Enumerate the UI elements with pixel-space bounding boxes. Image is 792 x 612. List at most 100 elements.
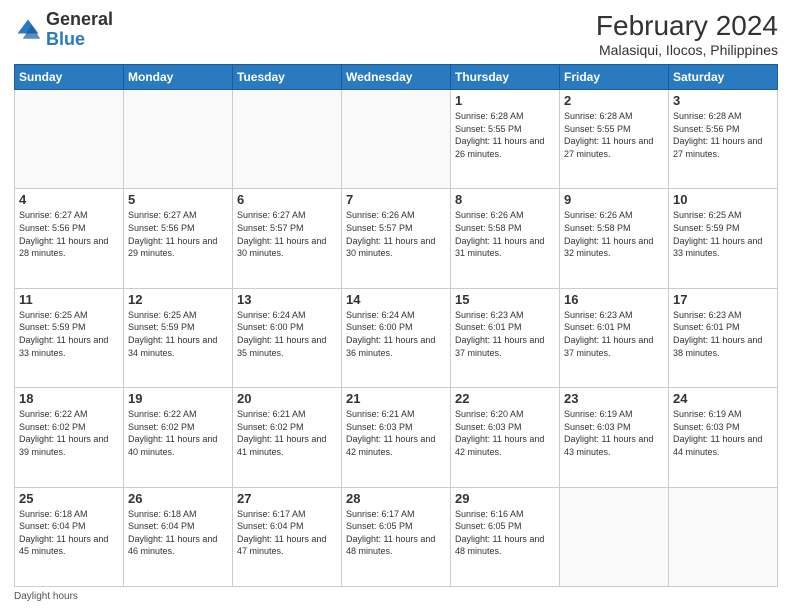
day-info: Sunrise: 6:21 AM Sunset: 6:02 PM Dayligh…: [237, 408, 337, 458]
week-row-2: 11 Sunrise: 6:25 AM Sunset: 5:59 PM Dayli…: [15, 288, 778, 387]
day-info: Sunrise: 6:23 AM Sunset: 6:01 PM Dayligh…: [564, 309, 664, 359]
day-info: Sunrise: 6:19 AM Sunset: 6:03 PM Dayligh…: [564, 408, 664, 458]
calendar-cell: 11 Sunrise: 6:25 AM Sunset: 5:59 PM Dayli…: [15, 288, 124, 387]
calendar-cell: 20 Sunrise: 6:21 AM Sunset: 6:02 PM Dayli…: [233, 388, 342, 487]
calendar-cell: 6 Sunrise: 6:27 AM Sunset: 5:57 PM Daylig…: [233, 189, 342, 288]
day-info: Sunrise: 6:28 AM Sunset: 5:55 PM Dayligh…: [455, 110, 555, 160]
week-row-3: 18 Sunrise: 6:22 AM Sunset: 6:02 PM Dayli…: [15, 388, 778, 487]
calendar-cell: 16 Sunrise: 6:23 AM Sunset: 6:01 PM Dayli…: [560, 288, 669, 387]
calendar-cell: 8 Sunrise: 6:26 AM Sunset: 5:58 PM Daylig…: [451, 189, 560, 288]
calendar-cell: [233, 90, 342, 189]
week-row-4: 25 Sunrise: 6:18 AM Sunset: 6:04 PM Dayli…: [15, 487, 778, 586]
calendar-cell: 24 Sunrise: 6:19 AM Sunset: 6:03 PM Dayli…: [669, 388, 778, 487]
day-number: 12: [128, 292, 228, 307]
day-info: Sunrise: 6:25 AM Sunset: 5:59 PM Dayligh…: [19, 309, 119, 359]
calendar-cell: 25 Sunrise: 6:18 AM Sunset: 6:04 PM Dayli…: [15, 487, 124, 586]
calendar-cell: 2 Sunrise: 6:28 AM Sunset: 5:55 PM Daylig…: [560, 90, 669, 189]
day-number: 20: [237, 391, 337, 406]
day-info: Sunrise: 6:28 AM Sunset: 5:56 PM Dayligh…: [673, 110, 773, 160]
calendar-cell: [560, 487, 669, 586]
day-info: Sunrise: 6:23 AM Sunset: 6:01 PM Dayligh…: [673, 309, 773, 359]
day-info: Sunrise: 6:22 AM Sunset: 6:02 PM Dayligh…: [128, 408, 228, 458]
page: General Blue February 2024 Malasiqui, Il…: [0, 0, 792, 612]
day-number: 16: [564, 292, 664, 307]
day-number: 24: [673, 391, 773, 406]
day-info: Sunrise: 6:18 AM Sunset: 6:04 PM Dayligh…: [128, 508, 228, 558]
calendar-cell: 14 Sunrise: 6:24 AM Sunset: 6:00 PM Dayli…: [342, 288, 451, 387]
day-info: Sunrise: 6:18 AM Sunset: 6:04 PM Dayligh…: [19, 508, 119, 558]
calendar-cell: 3 Sunrise: 6:28 AM Sunset: 5:56 PM Daylig…: [669, 90, 778, 189]
calendar-cell: 7 Sunrise: 6:26 AM Sunset: 5:57 PM Daylig…: [342, 189, 451, 288]
calendar-cell: [124, 90, 233, 189]
calendar-cell: 23Sunrise: 6:19 AM Sunset: 6:03 PM Dayli…: [560, 388, 669, 487]
weekday-header-row: SundayMondayTuesdayWednesdayThursdayFrid…: [15, 65, 778, 90]
day-number: 6: [237, 192, 337, 207]
location: Malasiqui, Ilocos, Philippines: [596, 42, 778, 58]
day-info: Sunrise: 6:24 AM Sunset: 6:00 PM Dayligh…: [237, 309, 337, 359]
calendar-cell: 26Sunrise: 6:18 AM Sunset: 6:04 PM Dayli…: [124, 487, 233, 586]
calendar-cell: 29Sunrise: 6:16 AM Sunset: 6:05 PM Dayli…: [451, 487, 560, 586]
day-number: 3: [673, 93, 773, 108]
day-number: 8: [455, 192, 555, 207]
day-info: Sunrise: 6:19 AM Sunset: 6:03 PM Dayligh…: [673, 408, 773, 458]
day-info: Sunrise: 6:25 AM Sunset: 5:59 PM Dayligh…: [128, 309, 228, 359]
day-info: Sunrise: 6:17 AM Sunset: 6:04 PM Dayligh…: [237, 508, 337, 558]
day-number: 14: [346, 292, 446, 307]
day-number: 4: [19, 192, 119, 207]
day-info: Sunrise: 6:27 AM Sunset: 5:56 PM Dayligh…: [19, 209, 119, 259]
day-info: Sunrise: 6:24 AM Sunset: 6:00 PM Dayligh…: [346, 309, 446, 359]
calendar-cell: 9Sunrise: 6:26 AM Sunset: 5:58 PM Daylig…: [560, 189, 669, 288]
calendar-cell: 21 Sunrise: 6:21 AM Sunset: 6:03 PM Dayli…: [342, 388, 451, 487]
calendar-cell: 22Sunrise: 6:20 AM Sunset: 6:03 PM Dayli…: [451, 388, 560, 487]
logo-icon: [14, 16, 42, 44]
day-number: 25: [19, 491, 119, 506]
weekday-header-wednesday: Wednesday: [342, 65, 451, 90]
month-year: February 2024: [596, 10, 778, 42]
day-number: 7: [346, 192, 446, 207]
calendar-cell: [669, 487, 778, 586]
calendar-cell: 15 Sunrise: 6:23 AM Sunset: 6:01 PM Dayli…: [451, 288, 560, 387]
logo-text: General Blue: [46, 10, 113, 50]
day-number: 11: [19, 292, 119, 307]
day-number: 13: [237, 292, 337, 307]
calendar-cell: 12 Sunrise: 6:25 AM Sunset: 5:59 PM Dayli…: [124, 288, 233, 387]
day-info: Sunrise: 6:23 AM Sunset: 6:01 PM Dayligh…: [455, 309, 555, 359]
logo-general-text: General: [46, 9, 113, 29]
footer: Daylight hours: [14, 591, 778, 602]
day-number: 5: [128, 192, 228, 207]
calendar-cell: 4 Sunrise: 6:27 AM Sunset: 5:56 PM Daylig…: [15, 189, 124, 288]
week-row-0: 1Sunrise: 6:28 AM Sunset: 5:55 PM Daylig…: [15, 90, 778, 189]
day-number: 15: [455, 292, 555, 307]
logo-blue-text: Blue: [46, 29, 85, 49]
calendar-cell: 10 Sunrise: 6:25 AM Sunset: 5:59 PM Dayli…: [669, 189, 778, 288]
calendar-cell: [15, 90, 124, 189]
logo: General Blue: [14, 10, 113, 50]
header: General Blue February 2024 Malasiqui, Il…: [14, 10, 778, 58]
title-block: February 2024 Malasiqui, Ilocos, Philipp…: [596, 10, 778, 58]
day-info: Sunrise: 6:27 AM Sunset: 5:56 PM Dayligh…: [128, 209, 228, 259]
calendar-cell: 13 Sunrise: 6:24 AM Sunset: 6:00 PM Dayli…: [233, 288, 342, 387]
day-number: 17: [673, 292, 773, 307]
weekday-header-tuesday: Tuesday: [233, 65, 342, 90]
weekday-header-sunday: Sunday: [15, 65, 124, 90]
weekday-header-monday: Monday: [124, 65, 233, 90]
day-info: Sunrise: 6:21 AM Sunset: 6:03 PM Dayligh…: [346, 408, 446, 458]
day-info: Sunrise: 6:26 AM Sunset: 5:58 PM Dayligh…: [455, 209, 555, 259]
day-info: Sunrise: 6:22 AM Sunset: 6:02 PM Dayligh…: [19, 408, 119, 458]
day-number: 21: [346, 391, 446, 406]
day-info: Sunrise: 6:20 AM Sunset: 6:03 PM Dayligh…: [455, 408, 555, 458]
calendar-cell: [342, 90, 451, 189]
day-number: 18: [19, 391, 119, 406]
day-info: Sunrise: 6:28 AM Sunset: 5:55 PM Dayligh…: [564, 110, 664, 160]
day-info: Sunrise: 6:27 AM Sunset: 5:57 PM Dayligh…: [237, 209, 337, 259]
day-info: Sunrise: 6:26 AM Sunset: 5:57 PM Dayligh…: [346, 209, 446, 259]
day-number: 2: [564, 93, 664, 108]
day-number: 10: [673, 192, 773, 207]
day-number: 27: [237, 491, 337, 506]
calendar-cell: 18 Sunrise: 6:22 AM Sunset: 6:02 PM Dayli…: [15, 388, 124, 487]
weekday-header-thursday: Thursday: [451, 65, 560, 90]
calendar-cell: 1Sunrise: 6:28 AM Sunset: 5:55 PM Daylig…: [451, 90, 560, 189]
calendar-cell: 27 Sunrise: 6:17 AM Sunset: 6:04 PM Dayli…: [233, 487, 342, 586]
day-info: Sunrise: 6:17 AM Sunset: 6:05 PM Dayligh…: [346, 508, 446, 558]
day-info: Sunrise: 6:25 AM Sunset: 5:59 PM Dayligh…: [673, 209, 773, 259]
